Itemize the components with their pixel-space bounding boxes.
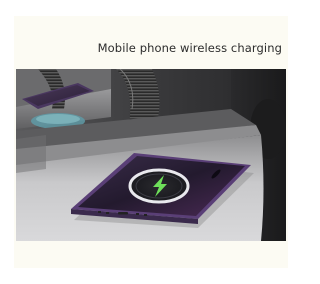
product-photo	[16, 69, 286, 241]
caption-title: Mobile phone wireless charging	[97, 41, 282, 55]
